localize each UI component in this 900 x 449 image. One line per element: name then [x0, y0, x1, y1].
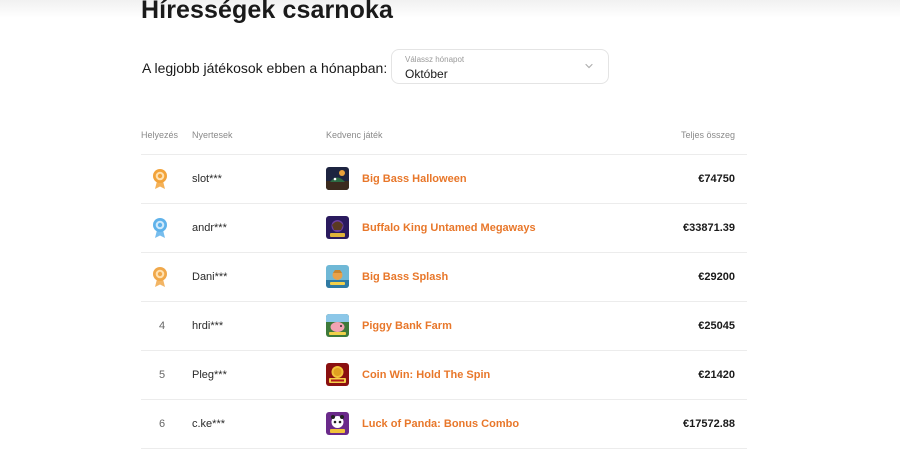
game-link[interactable]: Piggy Bank Farm	[362, 320, 452, 332]
total-amount: €74750	[698, 173, 735, 185]
table-row: andr*** Buffalo King Untamed Megaways €338…	[141, 204, 747, 253]
big-bass-halloween-thumb[interactable]	[326, 167, 349, 190]
winner-name: hrdi***	[192, 320, 224, 332]
bronze-medal-icon	[151, 266, 169, 288]
game-link[interactable]: Buffalo King Untamed Megaways	[362, 222, 536, 234]
gold-medal-icon	[151, 168, 169, 190]
winner-name: slot***	[192, 173, 222, 185]
month-select-value: Október	[405, 67, 448, 81]
table-row: 6 c.ke*** Luck of Panda: Bonus Combo €17572…	[141, 400, 747, 449]
table-header: Helyezés Nyertesek Kedvenc játék Teljes …	[141, 122, 747, 155]
big-bass-splash-thumb[interactable]	[326, 265, 349, 288]
total-amount: €17572.88	[683, 418, 735, 430]
total-amount: €21420	[698, 369, 735, 381]
luck-of-panda-thumb[interactable]	[326, 412, 349, 435]
game-link[interactable]: Big Bass Halloween	[362, 173, 467, 185]
header-total: Teljes összeg	[680, 130, 735, 140]
table-row: slot*** Big Bass Halloween €74750	[141, 155, 747, 204]
top-shadow	[0, 0, 900, 18]
page-title: Hírességek csarnoka	[141, 0, 394, 24]
chevron-down-icon	[585, 63, 593, 69]
silver-medal-icon	[151, 217, 169, 239]
table-row: 5 Pleg*** Coin Win: Hold The Spin €21420	[141, 351, 747, 400]
game-link[interactable]: Big Bass Splash	[362, 271, 448, 283]
game-link[interactable]: Luck of Panda: Bonus Combo	[362, 418, 519, 430]
month-filter-label: A legjobb játékosok ebben a hónapban:	[142, 60, 388, 76]
piggy-bank-farm-thumb[interactable]	[326, 314, 349, 337]
buffalo-king-thumb[interactable]	[326, 216, 349, 239]
table-row: 4 hrdi*** Piggy Bank Farm €25045	[141, 302, 747, 351]
rank-number: 6	[158, 418, 166, 430]
rank-number: 5	[158, 369, 166, 381]
winner-name: Dani***	[192, 271, 228, 283]
hall-of-fame-table: Helyezés Nyertesek Kedvenc játék Teljes …	[141, 122, 747, 449]
coin-win-thumb[interactable]	[326, 363, 349, 386]
header-favorite-game: Kedvenc játék	[326, 130, 383, 140]
game-link[interactable]: Coin Win: Hold The Spin	[362, 369, 490, 381]
table-row: Dani*** Big Bass Splash €29200	[141, 253, 747, 302]
winner-name: Pleg***	[192, 369, 227, 381]
rank-number: 4	[158, 320, 166, 332]
header-winners: Nyertesek	[192, 130, 233, 140]
header-rank: Helyezés	[141, 130, 179, 140]
month-select[interactable]: Válassz hónapot Október	[391, 49, 609, 84]
total-amount: €25045	[698, 320, 735, 332]
winner-name: andr***	[192, 222, 227, 234]
winner-name: c.ke***	[192, 418, 226, 430]
total-amount: €29200	[698, 271, 735, 283]
total-amount: €33871.39	[683, 222, 735, 234]
month-select-hint: Válassz hónapot	[405, 55, 465, 64]
